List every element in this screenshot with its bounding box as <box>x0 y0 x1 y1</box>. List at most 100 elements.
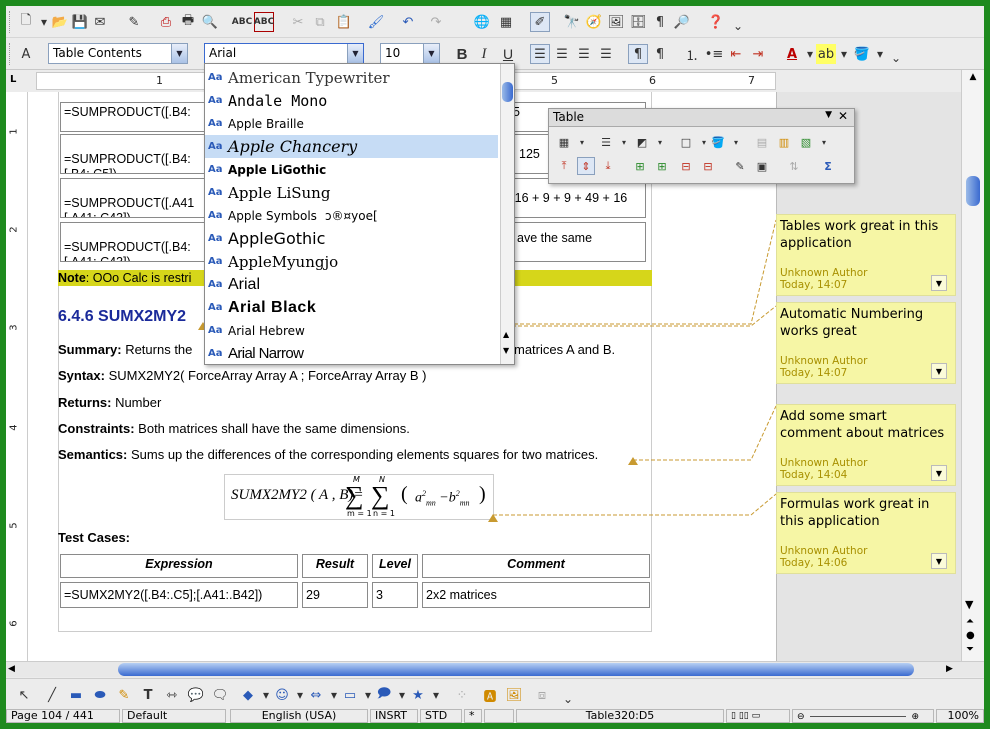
table-cell-result[interactable]: 29 <box>302 582 368 608</box>
chevron-down-icon[interactable]: ▾ <box>727 133 745 151</box>
spellcheck-icon[interactable]: ABC <box>232 12 252 32</box>
chevron-down-icon[interactable]: ▼ <box>423 44 439 63</box>
new-doc-icon[interactable]: 🗋 <box>16 12 36 32</box>
comment-anchor-icon[interactable] <box>628 457 638 465</box>
table-cell-level[interactable]: 3 <box>372 582 418 608</box>
decrease-indent-icon[interactable]: ⇤ <box>726 44 746 64</box>
summary-paragraph[interactable]: Summary: Returns the <box>58 342 192 357</box>
toolbar-overflow-icon[interactable]: ⌄ <box>558 689 578 709</box>
undo-icon[interactable]: ↶ <box>398 12 418 32</box>
status-zoom[interactable]: 100% <box>936 709 984 723</box>
zoom-icon[interactable]: 🔎 <box>672 12 692 32</box>
scroll-up-icon[interactable]: ▲ <box>965 72 981 86</box>
cut-icon[interactable]: ✂ <box>288 12 308 32</box>
font-option[interactable]: Aa Apple Symbols ↄ®¤yoe[ <box>205 204 498 227</box>
insert-row-icon[interactable]: ⊞ <box>631 157 649 175</box>
navigator-icon[interactable]: 🧭 <box>584 12 604 32</box>
table-grid-icon[interactable]: ▦ <box>555 133 573 151</box>
area-style-icon[interactable]: 🪣 <box>709 133 727 151</box>
callouts-icon[interactable]: 🗩 <box>374 685 394 705</box>
rectangle-icon[interactable]: ▬ <box>66 685 86 705</box>
sort-icon[interactable]: ⇅ <box>785 157 803 175</box>
semantics-paragraph[interactable]: Semantics: Sums up the differences of th… <box>58 447 598 462</box>
align-center-icon[interactable]: ☰ <box>552 44 572 64</box>
scroll-down-icon[interactable]: ▼ <box>503 346 509 355</box>
save-icon[interactable]: 💾 <box>70 12 90 32</box>
bullets-icon[interactable]: •≡ <box>704 44 724 64</box>
edit-file-icon[interactable]: ✎ <box>124 12 144 32</box>
delete-row-icon[interactable]: ⊟ <box>677 157 695 175</box>
styles-formatting-icon[interactable]: A <box>16 44 36 64</box>
status-selection-mode[interactable]: STD <box>420 709 462 723</box>
comment-menu-button[interactable]: ▼ <box>931 553 947 569</box>
open-icon[interactable]: 📂 <box>50 12 70 32</box>
previous-page-icon[interactable]: ⏶ <box>966 616 974 627</box>
flowchart-icon[interactable]: ▭ <box>340 685 360 705</box>
select-table-icon[interactable]: ✎ <box>731 157 749 175</box>
align-justify-icon[interactable]: ☰ <box>596 44 616 64</box>
status-signature[interactable] <box>484 709 514 723</box>
table-cell[interactable]: =SUMPRODUCT([.A41 [.A41:.C43]) <box>64 196 194 217</box>
view-layout-icons[interactable]: ▯ ▯▯ ▭ <box>726 709 790 723</box>
font-option[interactable]: Aa Arial Hebrew <box>205 319 498 342</box>
rtl-text-icon[interactable]: ¶ <box>650 44 670 64</box>
chevron-down-icon[interactable]: ▼ <box>171 44 187 63</box>
callout-icon[interactable]: ⇿ <box>162 685 182 705</box>
font-option[interactable]: Aa Apple Braille <box>205 112 498 135</box>
table-header-level[interactable]: Level <box>372 554 418 578</box>
close-icon[interactable]: ✕ <box>838 109 848 123</box>
status-language[interactable]: English (USA) <box>230 709 368 723</box>
page-preview-icon[interactable]: 🔍 <box>200 12 220 32</box>
status-insert-mode[interactable]: INSRT <box>370 709 418 723</box>
scroll-left-icon[interactable]: ◀ <box>8 664 15 674</box>
nonprinting-chars-icon[interactable]: ¶ <box>650 12 670 32</box>
align-bottom-icon[interactable]: ⤓ <box>599 157 617 175</box>
vertical-ruler[interactable]: 1 2 3 4 5 6 <box>6 92 28 668</box>
table-cell-comment[interactable]: 2x2 matrices <box>422 582 650 608</box>
underline-button[interactable]: U <box>498 44 518 64</box>
hyperlink-icon[interactable]: 🌐 <box>472 12 492 32</box>
sum-icon[interactable]: Σ <box>819 157 837 175</box>
font-option[interactable]: Aa AppleGothic <box>205 227 498 250</box>
syntax-paragraph[interactable]: Syntax: SUMX2MY2( ForceArray Array A ; F… <box>58 368 426 383</box>
table-cell-expression[interactable]: =SUMX2MY2([.B4:.C5];[.A41:.B42]) <box>60 582 298 608</box>
toolbar-grip[interactable] <box>9 11 12 33</box>
comment-menu-button[interactable]: ▼ <box>931 275 947 291</box>
align-right-icon[interactable]: ☰ <box>574 44 594 64</box>
comment-text[interactable]: Automatic Numbering works great <box>780 306 952 340</box>
font-list-scrollbar[interactable]: ▲ ▼ <box>500 64 514 364</box>
split-cells-icon[interactable]: ▥ <box>775 133 793 151</box>
status-page[interactable]: Page 104 / 441 <box>6 709 120 723</box>
chevron-down-icon[interactable]: ▾ <box>815 133 833 151</box>
table-header-result[interactable]: Result <box>302 554 368 578</box>
table-header-expression[interactable]: Expression <box>60 554 298 578</box>
font-option[interactable]: Aa Apple LiSung <box>205 181 498 204</box>
export-pdf-icon[interactable]: ⎙ <box>156 12 176 32</box>
comment-anchor-icon[interactable] <box>488 514 498 522</box>
email-icon[interactable]: ✉ <box>90 12 110 32</box>
border-color-icon[interactable]: ◩ <box>633 133 651 151</box>
from-file-icon[interactable]: 🖼 <box>504 685 524 705</box>
line-icon[interactable]: ╱ <box>42 685 62 705</box>
block-arrows-icon[interactable]: ⇔ <box>306 685 326 705</box>
select-arrow-icon[interactable]: ↖ <box>14 685 34 705</box>
increase-indent-icon[interactable]: ⇥ <box>748 44 768 64</box>
status-style[interactable]: Default <box>122 709 226 723</box>
insert-column-icon[interactable]: ⊞ <box>653 157 671 175</box>
font-option[interactable]: Aa Arial <box>205 273 498 296</box>
toolbar-overflow-icon[interactable]: ⌄ <box>728 16 748 36</box>
legend-icon[interactable]: 💬 <box>186 685 206 705</box>
autoformat-icon[interactable]: ▧ <box>797 133 815 151</box>
table-cell[interactable]: 125 <box>519 147 540 162</box>
font-option[interactable]: Aa Andale Mono <box>205 89 498 112</box>
font-option-selected[interactable]: Aa Apple Chancery <box>205 135 498 158</box>
chevron-down-icon[interactable]: ▾ <box>651 133 669 151</box>
scroll-thumb[interactable] <box>966 176 980 206</box>
scroll-thumb[interactable] <box>118 663 914 676</box>
comment-note[interactable]: Formulas work great in this application … <box>776 492 956 574</box>
table-cell[interactable]: =SUMPRODUCT([.B4: [.B4:.C5]) <box>64 152 191 173</box>
speech-bubble-icon[interactable]: 🗨 <box>210 685 230 705</box>
chevron-down-icon[interactable]: ▾ <box>615 133 633 151</box>
toolbar-overflow-icon[interactable]: ⌄ <box>886 48 906 68</box>
vertical-scrollbar[interactable]: ▲ ▼ ⏶ ● ⏷ <box>961 70 984 668</box>
